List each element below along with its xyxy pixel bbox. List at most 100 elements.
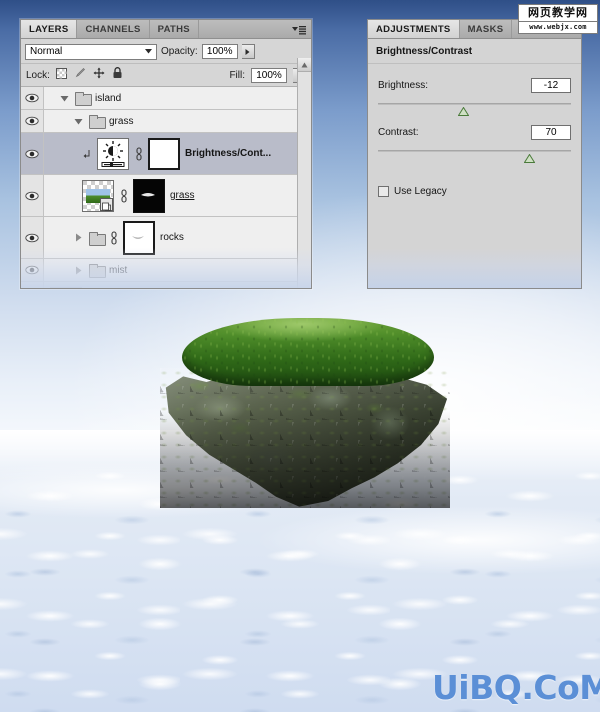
fill-label: Fill: [229, 69, 245, 81]
eye-icon [25, 233, 39, 242]
tab-paths[interactable]: PATHS [149, 20, 199, 38]
clipping-mask-arrow-icon [82, 149, 92, 159]
folder-icon [89, 264, 106, 278]
table-row[interactable]: grass [21, 175, 311, 217]
folder-icon [75, 92, 92, 106]
layers-panel-tabbar: LAYERS CHANNELS PATHS [21, 20, 311, 39]
fill-input[interactable]: 100% [251, 67, 287, 83]
contrast-input[interactable]: 70 [531, 125, 571, 140]
lock-row: Lock: Fill: 100% [21, 64, 311, 87]
all-lock-icon[interactable] [112, 66, 123, 84]
layer-thumbnail[interactable] [82, 179, 114, 212]
group-mask-thumbnail[interactable] [123, 220, 155, 255]
adjustments-panel-fade [368, 248, 581, 288]
layer-visibility-toggle[interactable] [21, 282, 44, 288]
eye-icon [25, 116, 39, 126]
eye-icon [25, 93, 39, 103]
table-row[interactable]: Brightness/Cont... [21, 133, 311, 175]
layer-list: island grass Brightness/Cont... grass ro… [21, 87, 311, 288]
layer-mask-thumbnail[interactable] [148, 137, 180, 170]
tab-channels-label: CHANNELS [85, 23, 141, 35]
eye-icon [25, 191, 39, 200]
layers-scrollbar[interactable] [297, 58, 311, 288]
layer-name: mist [109, 264, 128, 276]
layer-name: grass [109, 115, 134, 127]
table-row[interactable]: mist [21, 259, 311, 282]
floating-island [130, 298, 480, 528]
watermark-site-name: 网页教学网 [518, 4, 598, 22]
use-legacy-label: Use Legacy [394, 186, 447, 197]
panel-menu-icon[interactable] [291, 23, 307, 35]
opacity-label: Opacity: [161, 46, 198, 57]
disclosure-triangle-open-icon[interactable] [72, 117, 84, 126]
blend-mode-value: Normal [30, 46, 63, 57]
layer-name: Brightness/Cont... [185, 148, 272, 159]
contrast-slider[interactable] [378, 146, 571, 163]
brightness-slider-thumb[interactable] [457, 103, 470, 116]
use-legacy-checkbox[interactable] [378, 186, 389, 197]
link-layers-icon[interactable] [109, 230, 118, 245]
transparency-lock-icon[interactable] [55, 66, 67, 84]
scroll-up-arrow-icon[interactable] [298, 58, 311, 72]
eye-icon [25, 265, 39, 275]
move-lock-icon[interactable] [93, 66, 105, 84]
opacity-value: 100% [206, 46, 233, 57]
disclosure-triangle-closed-icon[interactable] [72, 266, 84, 275]
disclosure-triangle-closed-icon[interactable] [72, 233, 84, 242]
opacity-stepper[interactable] [241, 44, 255, 59]
table-row[interactable]: grass [21, 110, 311, 133]
brightness-field: Brightness: -12 [378, 78, 571, 116]
contrast-slider-thumb[interactable] [523, 150, 535, 163]
island-grass-top [182, 318, 434, 386]
layers-panel: LAYERS CHANNELS PATHS Normal Opacity: 10… [20, 19, 312, 289]
brightness-slider[interactable] [378, 99, 571, 116]
island-rocks [160, 368, 450, 508]
link-layers-icon[interactable] [134, 146, 143, 161]
tab-channels[interactable]: CHANNELS [77, 20, 150, 38]
layer-visibility-toggle[interactable] [21, 175, 44, 216]
tab-adjustments-label: ADJUSTMENTS [376, 23, 451, 35]
layer-name: grass [170, 190, 195, 201]
tab-paths-label: PATHS [157, 23, 190, 35]
opacity-input[interactable]: 100% [201, 44, 238, 59]
disclosure-triangle-open-icon[interactable] [58, 94, 70, 103]
eye-icon [25, 149, 39, 158]
watermark-top: 网页教学网 www.webjx.com [516, 2, 598, 34]
link-layers-icon[interactable] [119, 188, 128, 203]
layer-mask-thumbnail[interactable] [133, 178, 165, 213]
layer-visibility-toggle[interactable] [21, 259, 44, 281]
layer-name: rocks [160, 232, 184, 243]
layer-visibility-toggle[interactable] [21, 110, 44, 132]
smart-object-badge-icon [102, 202, 111, 211]
grass-texture [182, 318, 434, 386]
lock-label: Lock: [26, 69, 50, 81]
tab-layers-label: LAYERS [29, 23, 69, 35]
chevron-down-icon [143, 45, 154, 59]
contrast-field: Contrast: 70 [378, 125, 571, 163]
contrast-value: 70 [545, 127, 557, 138]
folder-icon [89, 115, 106, 129]
layer-visibility-toggle[interactable] [21, 87, 44, 109]
adjustments-panel: ADJUSTMENTS MASKS Brightness/Contrast Br… [367, 19, 582, 289]
blend-mode-row: Normal Opacity: 100% [21, 39, 311, 64]
brightness-label: Brightness: [378, 80, 429, 91]
layer-visibility-toggle[interactable] [21, 217, 44, 258]
use-legacy-row[interactable]: Use Legacy [378, 186, 571, 197]
folder-icon [89, 231, 106, 246]
tab-layers[interactable]: LAYERS [21, 20, 78, 38]
brightness-input[interactable]: -12 [531, 78, 571, 93]
watermark-site-url: www.webjx.com [518, 21, 598, 34]
tab-masks[interactable]: MASKS [459, 20, 513, 38]
tab-adjustments[interactable]: ADJUSTMENTS [368, 20, 460, 38]
watermark-bottom: UiBQ.CoM [432, 668, 600, 707]
table-row[interactable] [21, 282, 311, 288]
adjustment-title: Brightness/Contrast [368, 39, 581, 64]
table-row[interactable]: island [21, 87, 311, 110]
adjustment-layer-thumbnail[interactable] [97, 137, 129, 170]
brightness-value: -12 [543, 80, 559, 91]
layer-visibility-toggle[interactable] [21, 133, 44, 174]
layer-thumbnail[interactable] [50, 286, 82, 288]
brush-lock-icon[interactable] [74, 66, 86, 84]
table-row[interactable]: rocks [21, 217, 311, 259]
blend-mode-select[interactable]: Normal [25, 43, 157, 60]
